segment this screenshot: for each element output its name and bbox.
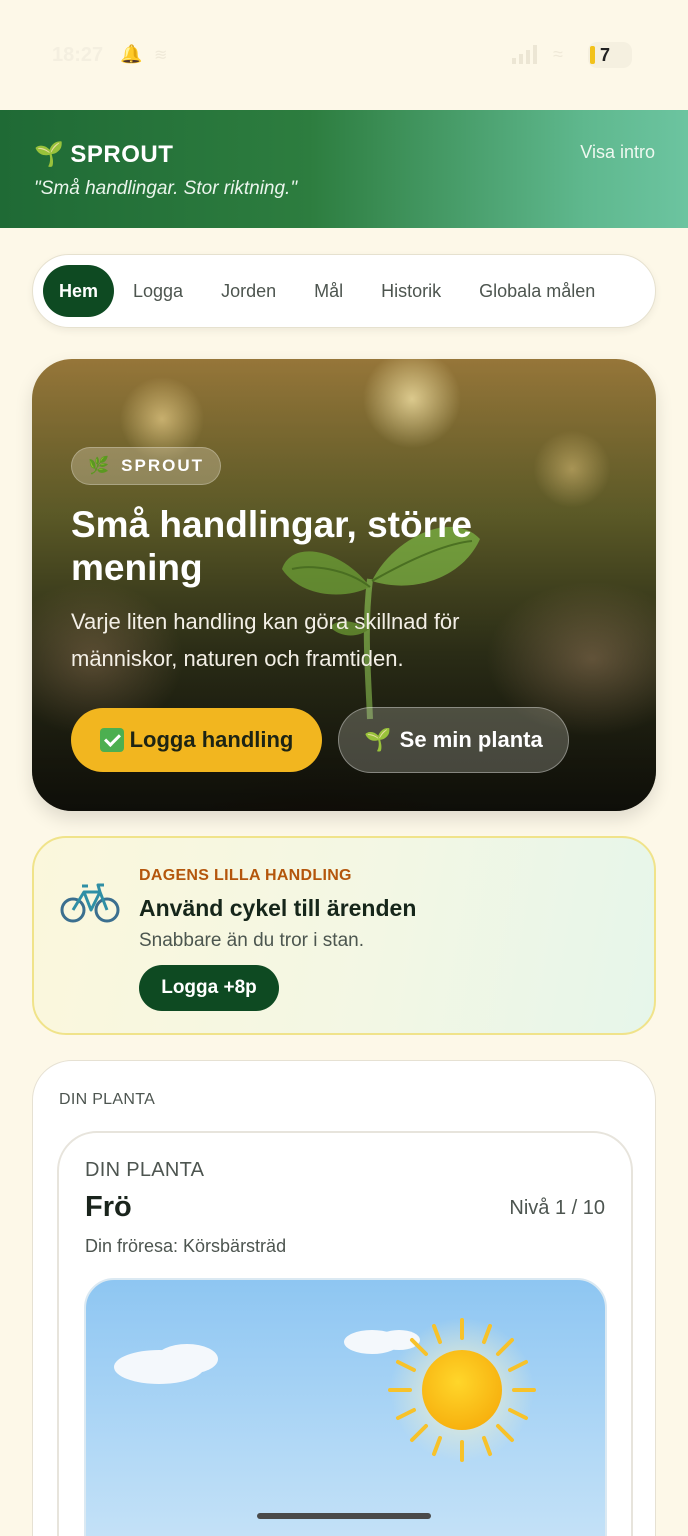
tab-mal[interactable]: Mål bbox=[295, 265, 362, 317]
cloud bbox=[156, 1344, 218, 1374]
daily-log-button[interactable]: Logga +8p bbox=[139, 965, 279, 1011]
view-plant-button[interactable]: 🌱 Se min planta bbox=[338, 707, 569, 773]
sun-icon bbox=[388, 1318, 536, 1462]
battery-indicator: 7 bbox=[588, 42, 632, 68]
notification-bell-icon: 🔔 bbox=[120, 44, 143, 64]
herb-icon: 🌿 bbox=[88, 456, 112, 475]
vibrate-icon: ≋ bbox=[154, 47, 168, 64]
plant-section: DIN PLANTA DIN PLANTA Frö Nivå 1 / 10 Di… bbox=[32, 1060, 656, 1536]
plant-section-label: DIN PLANTA bbox=[59, 1091, 156, 1108]
battery-level bbox=[590, 46, 595, 64]
hero-subtitle: Varje liten handling kan göra skillnad f… bbox=[71, 609, 460, 671]
seedling-icon: 🌱 bbox=[364, 727, 392, 752]
hero-badge-label: SPROUT bbox=[121, 456, 205, 475]
wifi-icon: ≈ bbox=[553, 44, 563, 64]
plant-card-label: DIN PLANTA bbox=[85, 1159, 205, 1181]
hero-card: 🌿 SPROUT Små handlingar, större mening V… bbox=[32, 359, 656, 811]
hero-badge: 🌿 SPROUT bbox=[71, 447, 222, 485]
plant-card: DIN PLANTA Frö Nivå 1 / 10 Din fröresa: … bbox=[57, 1131, 633, 1536]
brand: 🌱 SPROUT bbox=[34, 140, 173, 169]
view-plant-label: Se min planta bbox=[399, 727, 543, 752]
battery-percent: 7 bbox=[600, 45, 611, 65]
tab-historik[interactable]: Historik bbox=[362, 265, 460, 317]
app-header: 🌱 SPROUT "Små handlingar. Stor riktning."… bbox=[0, 110, 688, 228]
tab-hem[interactable]: Hem bbox=[43, 265, 115, 317]
plant-sky-scene bbox=[84, 1278, 607, 1536]
seedling-icon: 🌱 bbox=[34, 141, 65, 168]
plant-level: Nivå 1 / 10 bbox=[509, 1197, 605, 1219]
bicycle-icon bbox=[60, 883, 120, 923]
tab-globala-malen[interactable]: Globala målen bbox=[460, 265, 614, 317]
tagline: "Små handlingar. Stor riktning." bbox=[34, 178, 298, 199]
daily-action-card: DAGENS LILLA HANDLING Använd cykel till … bbox=[32, 836, 656, 1035]
plant-stage: Frö bbox=[85, 1191, 132, 1223]
hero-title: Små handlingar, större mening bbox=[71, 504, 472, 588]
brand-name: SPROUT bbox=[70, 141, 174, 168]
daily-eyebrow: DAGENS LILLA HANDLING bbox=[139, 867, 352, 884]
tab-jorden[interactable]: Jorden bbox=[202, 265, 295, 317]
show-intro-link[interactable]: Visa intro bbox=[580, 142, 655, 163]
signal-icon bbox=[512, 45, 537, 64]
tab-logga[interactable]: Logga bbox=[114, 265, 202, 317]
status-time: 18:27 bbox=[52, 44, 104, 66]
daily-description: Snabbare än du tror i stan. bbox=[139, 930, 364, 951]
plant-seed: Din fröresa: Körsbärsträd bbox=[85, 1236, 287, 1256]
log-action-button[interactable]: Logga handling bbox=[71, 708, 322, 772]
daily-headline: Använd cykel till ärenden bbox=[139, 895, 417, 921]
tab-bar: Hem Logga Jorden Mål Historik Globala må… bbox=[32, 254, 656, 328]
log-action-label: Logga handling bbox=[129, 727, 294, 752]
status-bar: 18:27 🔔 ≋ ≈ 7 bbox=[0, 0, 688, 110]
home-indicator[interactable] bbox=[257, 1513, 431, 1519]
check-icon bbox=[99, 728, 124, 752]
